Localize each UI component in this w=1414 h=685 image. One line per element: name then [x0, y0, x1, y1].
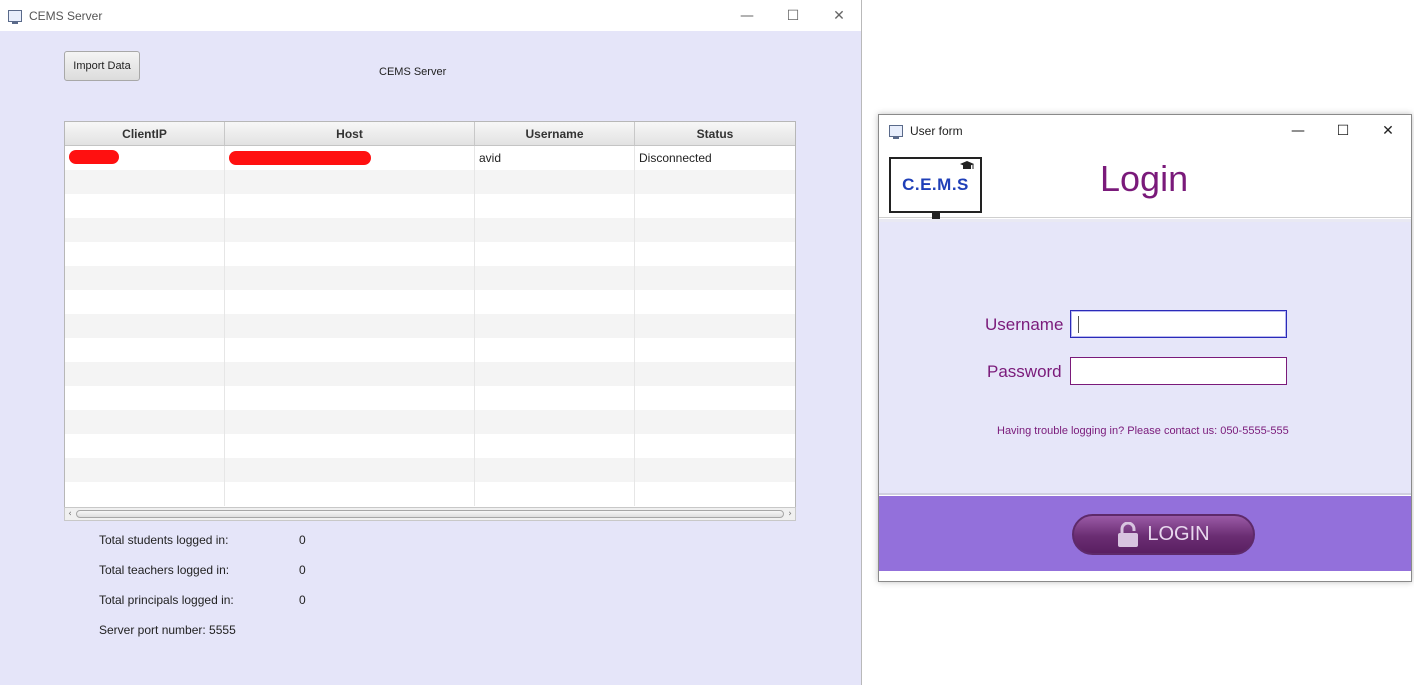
server-titlebar[interactable]: CEMS Server — ☐ ✕ [0, 0, 861, 31]
column-header-clientip[interactable]: ClientIP [65, 122, 225, 145]
logo-text: C.E.M.S [902, 175, 969, 194]
close-button[interactable]: ✕ [1365, 115, 1411, 146]
table-row-empty [65, 218, 795, 242]
server-content: Import Data CEMS Server ClientIP Host Us… [0, 31, 861, 685]
table-row-empty [65, 458, 795, 482]
principals-label: Total principals logged in: [99, 593, 234, 607]
redaction-mark [229, 151, 371, 165]
cell-clientip [65, 146, 225, 170]
scroll-left-icon[interactable]: ‹ [65, 508, 75, 520]
students-count: 0 [299, 533, 306, 547]
password-field[interactable] [1070, 357, 1287, 385]
table-row-empty [65, 266, 795, 290]
scroll-right-icon[interactable]: › [785, 508, 795, 520]
table-row-empty [65, 482, 795, 506]
table-header: ClientIP Host Username Status [65, 122, 795, 146]
principals-count: 0 [299, 593, 306, 607]
column-header-username[interactable]: Username [475, 122, 635, 145]
redaction-mark [69, 150, 119, 164]
login-button-label: LOGIN [1147, 523, 1210, 545]
login-window-title: User form [910, 123, 963, 138]
server-port-label: Server port number: 5555 [99, 623, 236, 637]
cell-status: Disconnected [639, 151, 712, 165]
password-label: Password [987, 362, 1062, 381]
app-icon [889, 124, 903, 139]
login-window: User form — ☐ ✕ C.E.M.S Login Username P… [878, 114, 1412, 582]
maximize-button[interactable]: ☐ [1320, 115, 1366, 146]
teachers-label: Total teachers logged in: [99, 563, 230, 577]
login-heading: Login [1100, 158, 1189, 199]
graduation-cap-icon [960, 161, 974, 169]
cell-host [225, 146, 475, 170]
students-label: Total students logged in: [99, 533, 229, 547]
minimize-button[interactable]: — [1275, 115, 1321, 146]
table-row[interactable]: avid Disconnected [65, 146, 795, 170]
table-row-empty [65, 410, 795, 434]
username-field[interactable] [1070, 310, 1287, 338]
login-titlebar[interactable]: User form — ☐ ✕ [879, 115, 1411, 146]
cell-username: avid [475, 146, 635, 170]
column-header-host[interactable]: Host [225, 122, 475, 145]
close-button[interactable]: ✕ [816, 0, 862, 31]
lock-icon [1118, 521, 1139, 547]
table-row-empty [65, 362, 795, 386]
teachers-count: 0 [299, 563, 306, 577]
clients-table[interactable]: ClientIP Host Username Status avid Disco… [64, 121, 796, 521]
help-contact-text: Having trouble logging in? Please contac… [997, 425, 1289, 437]
login-button[interactable]: LOGIN [1072, 514, 1255, 555]
table-row-empty [65, 314, 795, 338]
maximize-button[interactable]: ☐ [770, 0, 816, 31]
horizontal-scrollbar[interactable]: ‹ › [64, 507, 796, 521]
table-row-empty [65, 170, 795, 194]
table-row-empty [65, 386, 795, 410]
table-row-empty [65, 434, 795, 458]
login-footer: LOGIN [879, 496, 1411, 571]
app-icon [8, 9, 22, 24]
column-header-status[interactable]: Status [635, 122, 795, 145]
minimize-button[interactable]: — [724, 0, 770, 31]
cems-logo: C.E.M.S [889, 157, 982, 221]
table-row-empty [65, 290, 795, 314]
text-caret [1078, 316, 1079, 333]
scrollbar-thumb[interactable] [76, 510, 784, 518]
login-header: C.E.M.S Login [879, 146, 1411, 221]
username-label: Username [985, 315, 1064, 334]
login-form: Username Password Having trouble logging… [879, 219, 1411, 495]
server-window-title: CEMS Server [29, 8, 103, 23]
server-window: CEMS Server — ☐ ✕ Import Data CEMS Serve… [0, 0, 862, 685]
table-body: avid Disconnected [65, 146, 795, 506]
import-data-button[interactable]: Import Data [64, 51, 140, 81]
server-heading: CEMS Server [379, 66, 447, 78]
table-row-empty [65, 338, 795, 362]
table-row-empty [65, 242, 795, 266]
table-row-empty [65, 194, 795, 218]
